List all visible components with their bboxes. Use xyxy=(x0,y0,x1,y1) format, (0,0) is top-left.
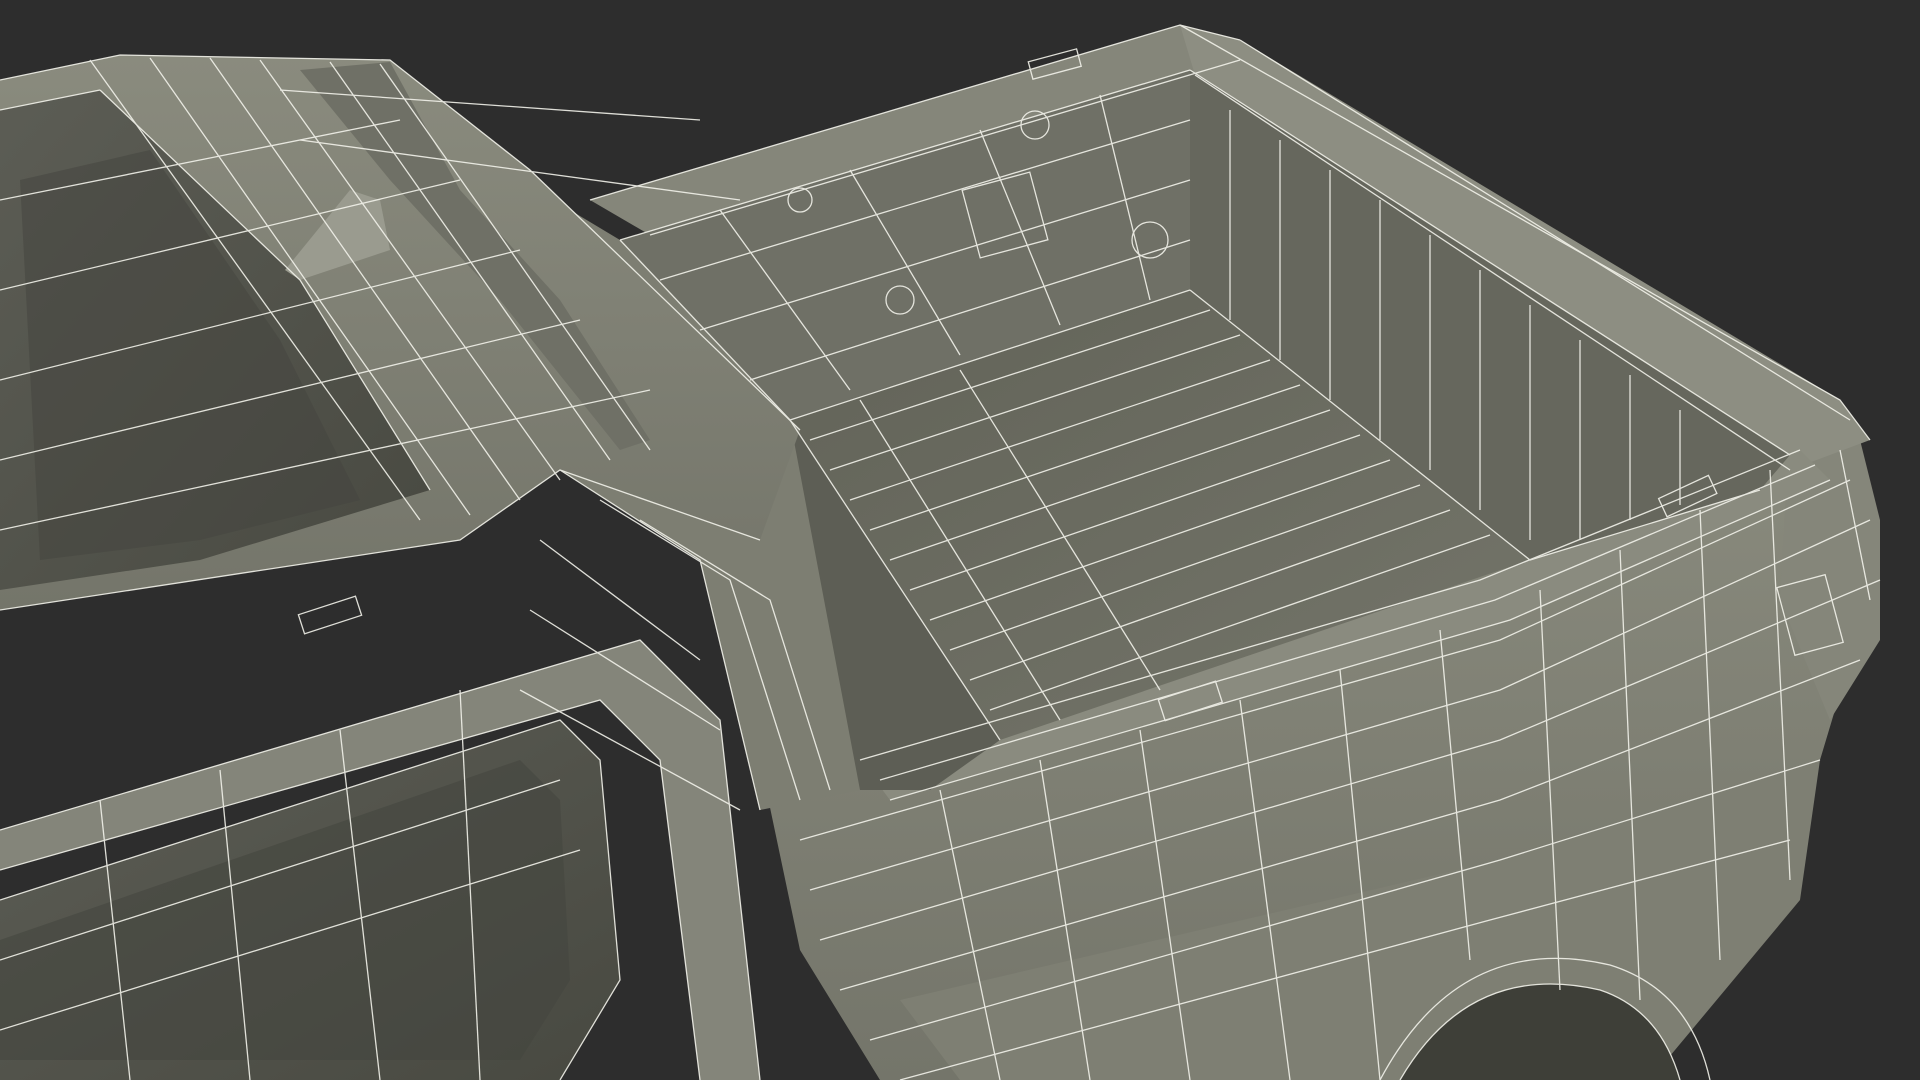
wireframe-render xyxy=(0,0,1920,1080)
